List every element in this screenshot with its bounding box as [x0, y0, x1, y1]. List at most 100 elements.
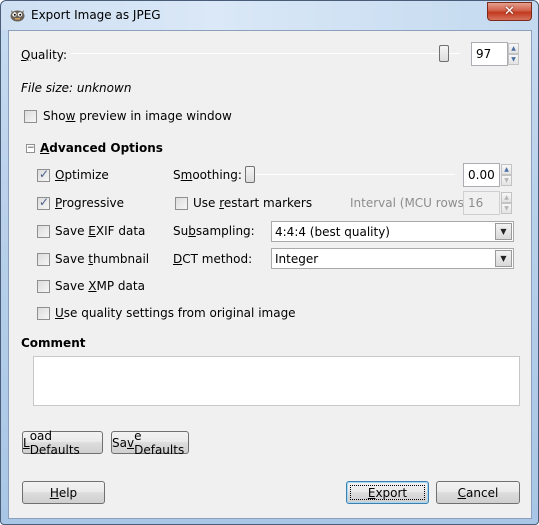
- smoothing-slider-track[interactable]: [245, 174, 455, 175]
- label-accel: X: [88, 279, 97, 293]
- export-button[interactable]: Export: [346, 481, 429, 504]
- label-part: e Defaults: [134, 428, 185, 457]
- checkmark-icon: ✓: [39, 167, 50, 181]
- dct-method-label: DCT method:: [173, 252, 252, 266]
- subsampling-dropdown[interactable]: 4:4:4 (best quality) ▼: [271, 221, 514, 242]
- close-button[interactable]: ✕: [487, 2, 532, 21]
- progressive-checkbox[interactable]: ✓: [37, 195, 50, 210]
- subsampling-label: Subsampling:: [173, 224, 255, 238]
- use-original-quality-checkbox[interactable]: [37, 307, 50, 320]
- quality-slider-thumb[interactable]: [438, 45, 449, 62]
- label-part: dvanced Options: [49, 141, 163, 155]
- interval-value: 16: [468, 196, 484, 210]
- comment-textarea[interactable]: [33, 356, 520, 406]
- label-part: preview in image window: [75, 109, 232, 123]
- spin-down-icon[interactable]: ▼: [508, 54, 519, 65]
- spin-up-icon[interactable]: ▲: [501, 164, 512, 175]
- quality-spinbox[interactable]: 97: [471, 42, 508, 66]
- label-accel: w: [65, 109, 76, 123]
- dialog-content: Quality: 97 ▲ ▼ File size: unknown Show …: [8, 30, 532, 519]
- label-accel: P: [55, 196, 63, 210]
- close-icon: ✕: [504, 4, 515, 19]
- smoothing-label: Smoothing:: [173, 168, 242, 182]
- save-defaults-button[interactable]: Sa v e Defaults: [111, 428, 189, 457]
- show-preview-checkbox[interactable]: [24, 110, 37, 123]
- quality-slider-track[interactable]: [71, 53, 460, 54]
- label-part: oothing:: [192, 168, 242, 182]
- smoothing-spinbox[interactable]: 0.00: [463, 163, 500, 187]
- label-accel: E: [88, 224, 96, 238]
- label-part: Sa: [112, 435, 127, 450]
- export-jpeg-dialog: Export Image as JPEG ✕ Quality: 97 ▲ ▼ F…: [0, 0, 539, 525]
- checkmark-icon: ✓: [39, 195, 50, 209]
- dct-method-value: Integer: [275, 252, 319, 266]
- spin-down-icon[interactable]: ▼: [501, 203, 512, 214]
- minus-icon: −: [27, 143, 35, 153]
- label-part: ptimize: [64, 168, 109, 182]
- label-accel: L: [23, 435, 30, 450]
- save-thumbnail-label[interactable]: Save thumbnail: [55, 252, 149, 266]
- label-part: MP data: [96, 279, 145, 293]
- label-part: Save: [55, 224, 89, 238]
- label-part: Use: [193, 196, 220, 210]
- quality-label-rest: uality:: [30, 48, 68, 62]
- help-button[interactable]: Help: [22, 481, 105, 504]
- quality-label: Quality:: [21, 48, 67, 62]
- label-part: Save: [55, 252, 89, 266]
- comment-label: Comment: [21, 336, 86, 350]
- spin-up-icon[interactable]: ▲: [501, 192, 512, 203]
- progressive-label[interactable]: Progressive: [55, 196, 124, 210]
- interval-label: Interval (MCU rows):: [350, 196, 473, 210]
- label-part: elp: [58, 485, 78, 500]
- label-accel: v: [126, 435, 135, 450]
- title-bar[interactable]: Export Image as JPEG ✕: [1, 1, 538, 30]
- label-part: rogressive: [62, 196, 125, 210]
- file-size-label: File size: unknown: [21, 81, 132, 95]
- label-part: Save: [55, 279, 89, 293]
- chevron-down-icon[interactable]: ▼: [495, 223, 512, 240]
- label-part: sampling:: [195, 224, 255, 238]
- load-defaults-button[interactable]: Load Defaults: [22, 428, 103, 457]
- label-part: S: [173, 168, 181, 182]
- optimize-checkbox[interactable]: ✓: [37, 167, 50, 182]
- gimp-app-icon: [10, 10, 25, 22]
- label-part: XIF data: [95, 224, 146, 238]
- restart-markers-label[interactable]: Use restart markers: [193, 196, 312, 210]
- spin-down-icon[interactable]: ▼: [501, 175, 512, 186]
- label-accel: U: [55, 306, 64, 320]
- save-xmp-label[interactable]: Save XMP data: [55, 279, 145, 293]
- save-thumbnail-checkbox[interactable]: [37, 253, 50, 266]
- save-exif-checkbox[interactable]: [37, 225, 50, 238]
- label-accel: A: [40, 141, 50, 155]
- save-exif-label[interactable]: Save EXIF data: [55, 224, 145, 238]
- dct-method-dropdown[interactable]: Integer ▼: [271, 248, 514, 269]
- label-accel: H: [49, 485, 59, 500]
- interval-spin-buttons[interactable]: ▲ ▼: [501, 192, 512, 214]
- label-part: se quality settings from original image: [63, 306, 296, 320]
- optimize-label[interactable]: Optimize: [55, 168, 109, 182]
- cancel-button[interactable]: Cancel: [436, 481, 520, 504]
- quality-spin-buttons[interactable]: ▲ ▼: [508, 43, 519, 65]
- label-accel: b: [188, 224, 196, 238]
- interval-spinbox[interactable]: 16: [463, 191, 500, 215]
- label-part: oad Defaults: [29, 428, 80, 457]
- label-accel: C: [457, 485, 467, 500]
- label-accel: m: [180, 168, 193, 182]
- show-preview-label[interactable]: Show preview in image window: [43, 109, 232, 123]
- label-part: Sho: [43, 109, 66, 123]
- chevron-down-icon[interactable]: ▼: [495, 250, 512, 267]
- subsampling-value: 4:4:4 (best quality): [275, 225, 390, 239]
- window-title: Export Image as JPEG: [31, 8, 161, 22]
- smoothing-slider-thumb[interactable]: [245, 166, 255, 183]
- use-original-quality-label[interactable]: Use quality settings from original image: [55, 306, 296, 320]
- smoothing-spin-buttons[interactable]: ▲ ▼: [501, 164, 512, 186]
- label-accel: D: [173, 252, 183, 266]
- smoothing-value: 0.00: [468, 168, 495, 182]
- collapse-icon[interactable]: −: [26, 144, 35, 153]
- focus-ring: [350, 485, 425, 500]
- save-xmp-checkbox[interactable]: [37, 280, 50, 293]
- advanced-options-expander[interactable]: Advanced Options: [40, 141, 163, 155]
- restart-markers-checkbox[interactable]: [175, 197, 188, 210]
- spin-up-icon[interactable]: ▲: [508, 43, 519, 54]
- label-part: ancel: [466, 485, 499, 500]
